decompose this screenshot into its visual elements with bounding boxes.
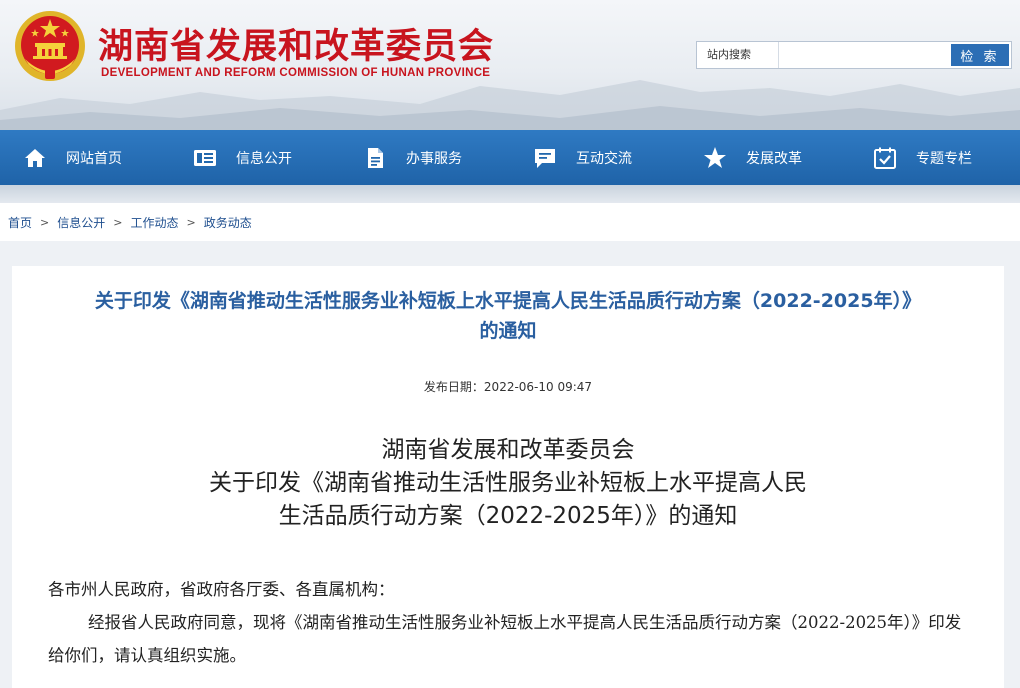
- info-card-icon: [192, 145, 218, 171]
- nav-item-label: 办事服务: [406, 150, 462, 167]
- star-icon: [702, 145, 728, 171]
- site-title: 湖南省发展和改革委员会: [98, 27, 495, 67]
- document-heading-line: 湖南省发展和改革委员会: [381, 437, 635, 463]
- document-heading-line: 生活品质行动方案（2022-2025年）》的通知: [278, 503, 738, 529]
- document-icon: [362, 145, 388, 171]
- breadcrumb-work-news[interactable]: 工作动态: [130, 214, 178, 231]
- nav-item-label: 发展改革: [746, 150, 802, 167]
- breadcrumb-separator: >: [40, 215, 50, 229]
- article-title: 关于印发《湖南省推动生活性服务业补短板上水平提高人民生活品质行动方案（2022-…: [12, 286, 1004, 346]
- article-title-line: 的通知: [479, 320, 537, 342]
- breadcrumb-home[interactable]: 首页: [8, 214, 32, 231]
- nav-item-info[interactable]: 信息公开: [170, 130, 340, 185]
- breadcrumb-gov-news[interactable]: 政务动态: [204, 214, 252, 231]
- nav-item-topics[interactable]: 专题专栏: [850, 130, 1020, 185]
- breadcrumb-info[interactable]: 信息公开: [57, 214, 105, 231]
- calendar-check-icon: [872, 145, 898, 171]
- nav-item-label: 信息公开: [236, 150, 292, 167]
- nav-item-label: 网站首页: [66, 150, 122, 167]
- paragraph: 经报省人民政府同意，现将《湖南省推动生活性服务业补短板上水平提高人民生活品质行动…: [48, 613, 962, 665]
- home-icon: [22, 145, 48, 171]
- nav-item-services[interactable]: 办事服务: [340, 130, 510, 185]
- salutation: 各市州人民政府，省政府各厅委、各直属机构：: [48, 580, 395, 599]
- document-heading-line: 关于印发《湖南省推动生活性服务业补短板上水平提高人民: [209, 470, 807, 496]
- nav-item-home[interactable]: 网站首页: [0, 130, 170, 185]
- chat-icon: [532, 145, 558, 171]
- document-body: 各市州人民政府，省政府各厅委、各直属机构： 经报省人民政府同意，现将《湖南省推动…: [48, 573, 968, 672]
- breadcrumb-separator: >: [186, 215, 196, 229]
- search-input[interactable]: [779, 42, 949, 68]
- main-nav: 网站首页 信息公开 办事服务 互动交流 发展改革 专题专栏: [0, 130, 1020, 185]
- document-heading: 湖南省发展和改革委员会 关于印发《湖南省推动生活性服务业补短板上水平提高人民 生…: [12, 434, 1004, 533]
- search-bar: 站内搜索 检 索: [696, 41, 1012, 69]
- site-header: 湖南省发展和改革委员会 DEVELOPMENT AND REFORM COMMI…: [0, 0, 1020, 130]
- article-title-line: 关于印发《湖南省推动生活性服务业补短板上水平提高人民生活品质行动方案（2022-…: [94, 290, 922, 312]
- nav-item-label: 专题专栏: [916, 150, 972, 167]
- breadcrumb: 首页 > 信息公开 > 工作动态 > 政务动态: [0, 203, 1020, 241]
- breadcrumb-separator: >: [113, 215, 123, 229]
- nav-item-reform[interactable]: 发展改革: [680, 130, 850, 185]
- search-label: 站内搜索: [697, 42, 779, 68]
- national-emblem-icon: [15, 11, 85, 81]
- publish-date: 发布日期：2022-06-10 09:47: [423, 380, 593, 394]
- nav-item-interaction[interactable]: 互动交流: [510, 130, 680, 185]
- nav-item-label: 互动交流: [576, 150, 632, 167]
- site-subtitle: DEVELOPMENT AND REFORM COMMISSION OF HUN…: [101, 67, 491, 79]
- article-content: 关于印发《湖南省推动生活性服务业补短板上水平提高人民生活品质行动方案（2022-…: [12, 266, 1004, 688]
- search-button[interactable]: 检 索: [951, 44, 1009, 66]
- nav-shadow-band: [0, 185, 1020, 203]
